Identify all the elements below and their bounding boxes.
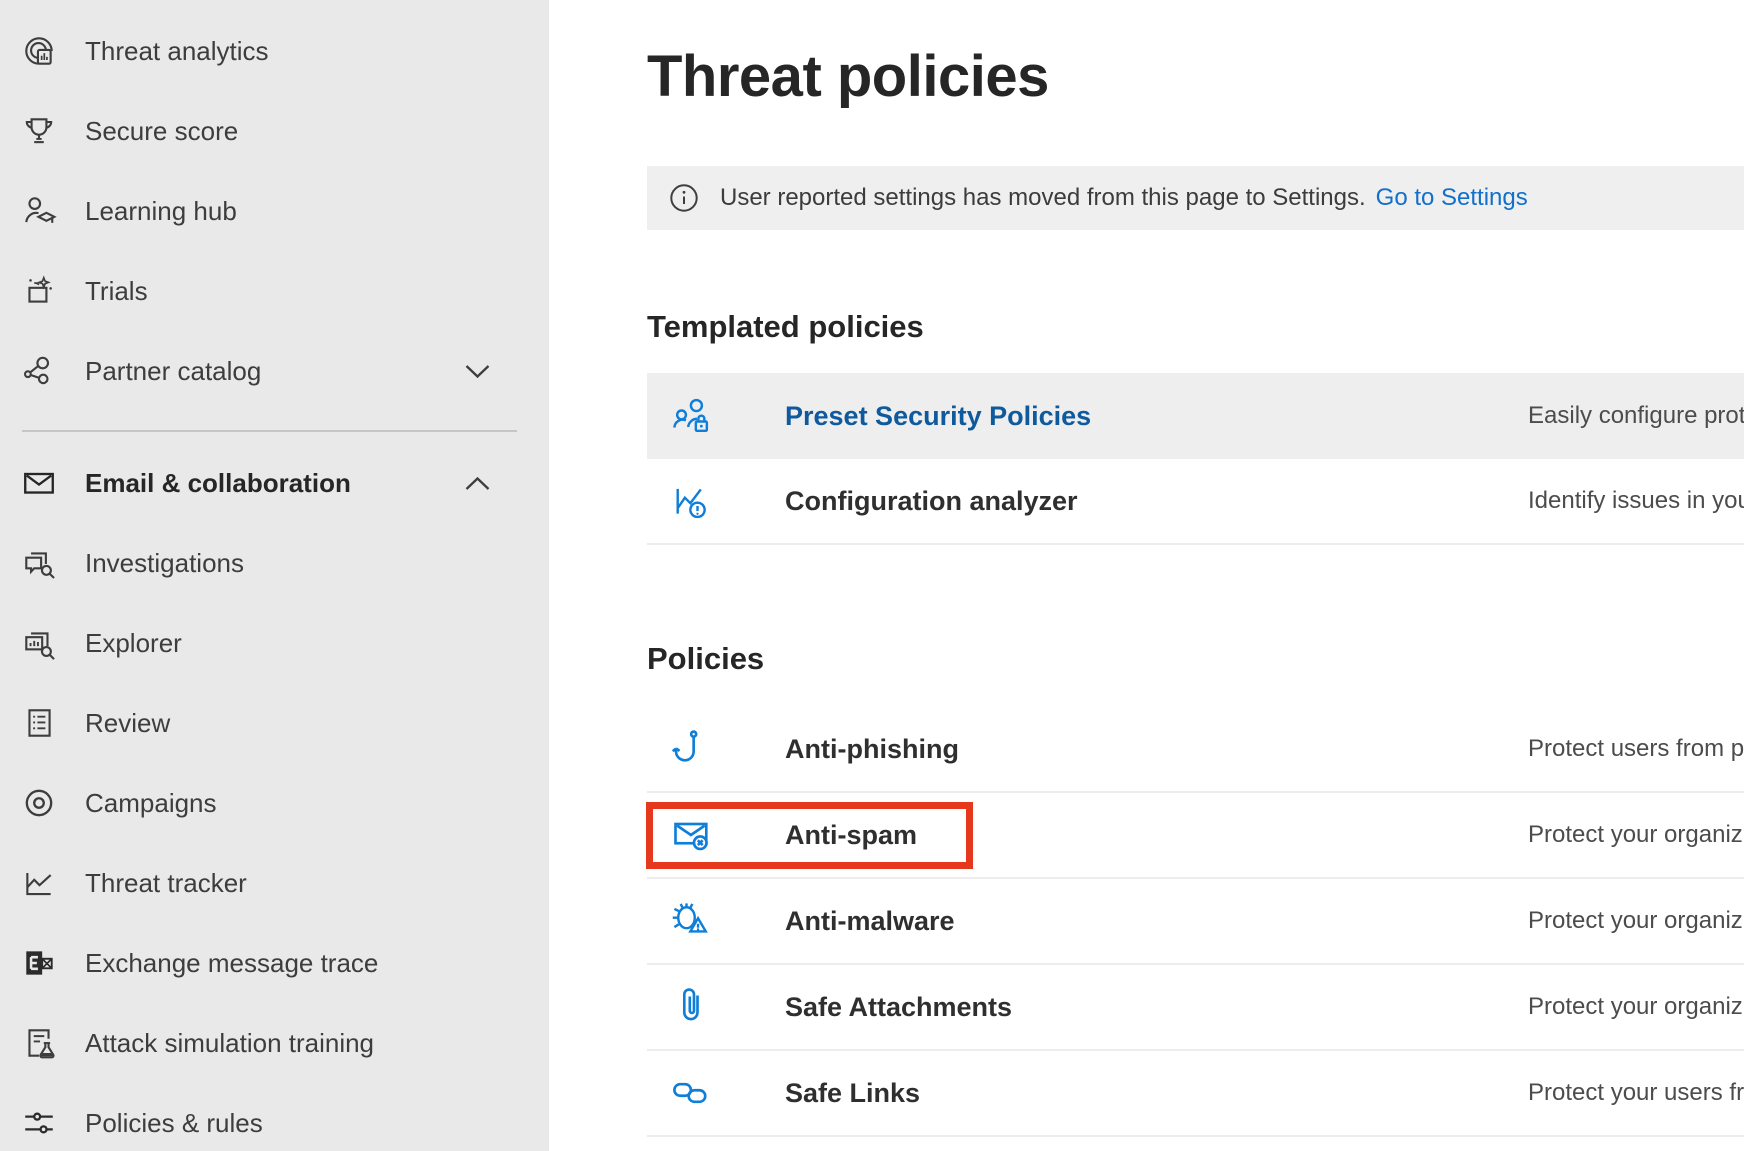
row-label[interactable]: Configuration analyzer [785,486,1528,517]
row-label[interactable]: Anti-malware [785,906,1528,937]
sidebar-item-label: Partner catalog [85,356,261,387]
templated-policies-table: Preset Security Policies Easily configur… [647,373,1744,545]
sidebar-divider [22,430,517,432]
main-content: Threat policies User reported settings h… [549,0,1744,1151]
sidebar-item-label: Threat tracker [85,868,247,899]
row-label[interactable]: Anti-spam [785,820,1528,851]
info-icon [669,183,699,213]
row-description: Protect your organiz [1528,993,1744,1021]
row-description: Identify issues in you [1528,487,1744,515]
row-anti-malware[interactable]: Anti-malware Protect your organiz [647,879,1744,965]
policies-rules-icon [21,1105,57,1141]
sidebar-item-label: Policies & rules [85,1108,263,1139]
row-label[interactable]: Anti-phishing [785,734,1528,765]
sidebar-item-secure-score[interactable]: Secure score [0,91,549,171]
secure-score-icon [21,113,57,149]
sidebar-item-label: Email & collaboration [85,468,351,499]
sidebar-item-threat-analytics[interactable]: Threat analytics [0,11,549,91]
learning-hub-icon [21,193,57,229]
threat-analytics-icon [21,33,57,69]
info-banner: User reported settings has moved from th… [647,166,1744,230]
sidebar-item-label: Secure score [85,116,238,147]
row-description: Protect your organiz [1528,821,1744,849]
sidebar-item-label: Learning hub [85,196,237,227]
row-label[interactable]: Preset Security Policies [785,401,1528,432]
templated-policies-heading: Templated policies [647,308,1744,345]
anti-phishing-icon [670,727,714,771]
investigations-icon [21,545,57,581]
sidebar-item-investigations[interactable]: Investigations [0,523,549,603]
email-icon [21,465,57,501]
sidebar-item-label: Threat analytics [85,36,269,67]
row-description: Easily configure prot [1528,402,1744,430]
review-icon [21,705,57,741]
banner-message: User reported settings has moved from th… [720,184,1366,212]
sidebar-item-policies-rules[interactable]: Policies & rules [0,1083,549,1151]
trials-icon [21,273,57,309]
policies-table: Anti-phishing Protect users from p Anti-… [647,707,1744,1137]
row-anti-spam[interactable]: Anti-spam Protect your organiz [647,793,1744,879]
attack-simulation-icon [21,1025,57,1061]
sidebar-item-threat-tracker[interactable]: Threat tracker [0,843,549,923]
row-anti-phishing[interactable]: Anti-phishing Protect users from p [647,707,1744,793]
sidebar-item-label: Investigations [85,548,244,579]
sidebar-item-label: Review [85,708,170,739]
row-preset-security-policies[interactable]: Preset Security Policies Easily configur… [647,373,1744,459]
anti-spam-icon [670,813,714,857]
sidebar-item-label: Campaigns [85,788,217,819]
safe-links-icon [670,1071,714,1115]
anti-malware-icon [670,899,714,943]
sidebar-item-label: Exchange message trace [85,948,378,979]
sidebar-item-learning-hub[interactable]: Learning hub [0,171,549,251]
explorer-icon [21,625,57,661]
sidebar-item-label: Trials [85,276,148,307]
sidebar-item-label: Attack simulation training [85,1028,374,1059]
sidebar-item-email-collaboration[interactable]: Email & collaboration [0,443,549,523]
sidebar-item-campaigns[interactable]: Campaigns [0,763,549,843]
row-description: Protect your organiz [1528,907,1744,935]
preset-security-policies-icon [670,394,714,438]
sidebar-item-explorer[interactable]: Explorer [0,603,549,683]
sidebar-item-review[interactable]: Review [0,683,549,763]
row-label[interactable]: Safe Links [785,1078,1528,1109]
row-safe-attachments[interactable]: Safe Attachments Protect your organiz [647,965,1744,1051]
sidebar-item-trials[interactable]: Trials [0,251,549,331]
chevron-up-icon [464,475,491,492]
exchange-icon [21,945,57,981]
chevron-down-icon [464,363,491,380]
threat-tracker-icon [21,865,57,901]
sidebar-item-partner-catalog[interactable]: Partner catalog [0,331,549,411]
sidebar-item-exchange-message-trace[interactable]: Exchange message trace [0,923,549,1003]
configuration-analyzer-icon [670,479,714,523]
row-safe-links[interactable]: Safe Links Protect your users fr [647,1051,1744,1137]
safe-attachments-icon [670,985,714,1029]
partner-catalog-icon [21,353,57,389]
sidebar-item-attack-simulation-training[interactable]: Attack simulation training [0,1003,549,1083]
sidebar: Threat analytics Secure score Learning h… [0,0,549,1151]
page-title: Threat policies [647,44,1744,110]
campaigns-icon [21,785,57,821]
row-description: Protect your users fr [1528,1079,1744,1107]
row-description: Protect users from p [1528,735,1744,763]
row-label[interactable]: Safe Attachments [785,992,1528,1023]
sidebar-item-label: Explorer [85,628,182,659]
row-configuration-analyzer[interactable]: Configuration analyzer Identify issues i… [647,459,1744,545]
policies-heading: Policies [647,640,1744,677]
go-to-settings-link[interactable]: Go to Settings [1376,184,1528,212]
